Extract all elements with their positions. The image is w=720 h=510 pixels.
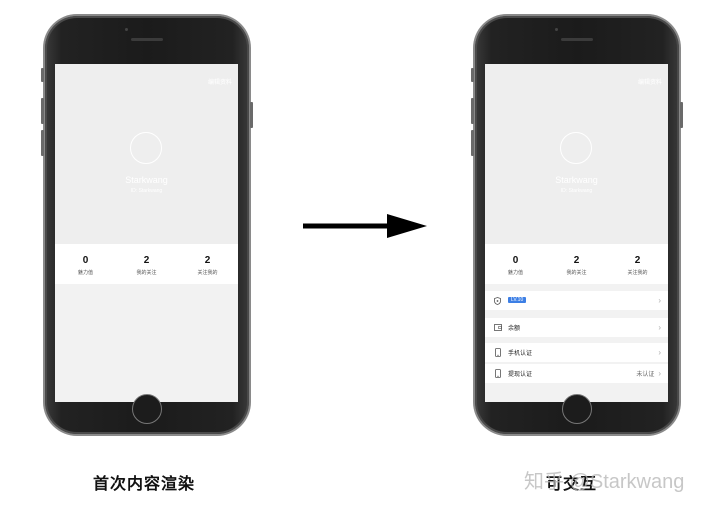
stat-label: 我的关注 [136, 270, 157, 276]
home-button[interactable] [562, 394, 592, 424]
avatar[interactable] [130, 132, 162, 164]
volume-down-button [41, 130, 44, 156]
mute-switch [471, 68, 474, 82]
home-button[interactable] [132, 394, 162, 424]
username: Starkwang [555, 175, 598, 185]
right-arrow-icon [303, 214, 427, 238]
chevron-right-icon: › [658, 323, 661, 332]
shield-icon [493, 296, 502, 305]
volume-down-button [471, 130, 474, 156]
stat-followers[interactable]: 2 关注我的 [177, 244, 238, 284]
stat-charm[interactable]: 0 魅力值 [55, 244, 116, 284]
edit-profile-link[interactable]: 编辑资料 [208, 77, 232, 86]
stats-bar: 0 魅力值 2 我的关注 2 关注我的 [55, 244, 238, 284]
verification-status: 未认证 [636, 372, 655, 378]
menu-item-label: LV.10 [508, 297, 658, 304]
power-button [250, 102, 253, 128]
menu-item-label: 手机认证 [508, 351, 533, 357]
front-camera [125, 28, 128, 31]
stats-bar: 0 魅力值 2 我的关注 2 关注我的 [485, 244, 668, 284]
wallet-icon [493, 324, 502, 331]
username: Starkwang [125, 175, 168, 185]
user-id: ID: Starkwang [130, 188, 163, 194]
stat-followers[interactable]: 2 关注我的 [607, 244, 668, 284]
menu-item-balance[interactable]: 余额 › [485, 318, 668, 337]
earpiece-speaker [131, 38, 163, 41]
volume-up-button [41, 98, 44, 124]
caption-first-render: 首次内容渲染 [93, 476, 196, 493]
profile-header: 编辑资料 Starkwang ID: Starkwang [485, 64, 668, 244]
phone-screen: 编辑资料 Starkwang ID: Starkwang 0 魅力值 2 我的关… [485, 64, 668, 402]
profile-header: 编辑资料 Starkwang ID: Starkwang [55, 64, 238, 244]
stat-label: 关注我的 [197, 270, 218, 276]
menu-item-withdraw-verification[interactable]: 提现认证 未认证 › [485, 364, 668, 383]
menu-item-phone-verification[interactable]: 手机认证 › [485, 343, 668, 362]
stat-following[interactable]: 2 我的关注 [546, 244, 607, 284]
avatar[interactable] [560, 132, 592, 164]
stat-label: 关注我的 [627, 270, 648, 276]
stat-label: 我的关注 [566, 270, 587, 276]
stat-value: 2 [204, 255, 211, 266]
phone-screen: 编辑资料 Starkwang ID: Starkwang 0 魅力值 2 我的关… [55, 64, 238, 402]
stat-label: 魅力值 [77, 270, 93, 276]
stat-charm[interactable]: 0 魅力值 [485, 244, 546, 284]
stat-value: 0 [512, 255, 519, 266]
menu-item-label: 余额 [508, 326, 521, 332]
phone-icon [493, 348, 502, 357]
chevron-right-icon: › [658, 296, 661, 305]
stat-following[interactable]: 2 我的关注 [116, 244, 177, 284]
mute-switch [41, 68, 44, 82]
phone-first-render: 编辑资料 Starkwang ID: Starkwang 0 魅力值 2 我的关… [41, 16, 253, 434]
volume-up-button [471, 98, 474, 124]
stat-value: 2 [573, 255, 580, 266]
phone-interactive: 编辑资料 Starkwang ID: Starkwang 0 魅力值 2 我的关… [471, 16, 683, 434]
level-badge: LV.10 [508, 297, 527, 303]
stat-value: 2 [143, 255, 150, 266]
power-button [680, 102, 683, 128]
chevron-right-icon: › [658, 348, 661, 357]
stat-label: 魅力值 [507, 270, 523, 276]
earpiece-speaker [561, 38, 593, 41]
front-camera [555, 28, 558, 31]
stat-value: 2 [634, 255, 641, 266]
edit-profile-link[interactable]: 编辑资料 [638, 77, 662, 86]
stat-value: 0 [82, 255, 89, 266]
user-id: ID: Starkwang [560, 188, 593, 194]
menu-item-label: 提现认证 [508, 372, 533, 378]
phone-icon [493, 369, 502, 378]
watermark: 知乎 @Starkwang [524, 471, 685, 493]
chevron-right-icon: › [658, 369, 661, 378]
menu-item-level[interactable]: LV.10 › [485, 291, 668, 310]
